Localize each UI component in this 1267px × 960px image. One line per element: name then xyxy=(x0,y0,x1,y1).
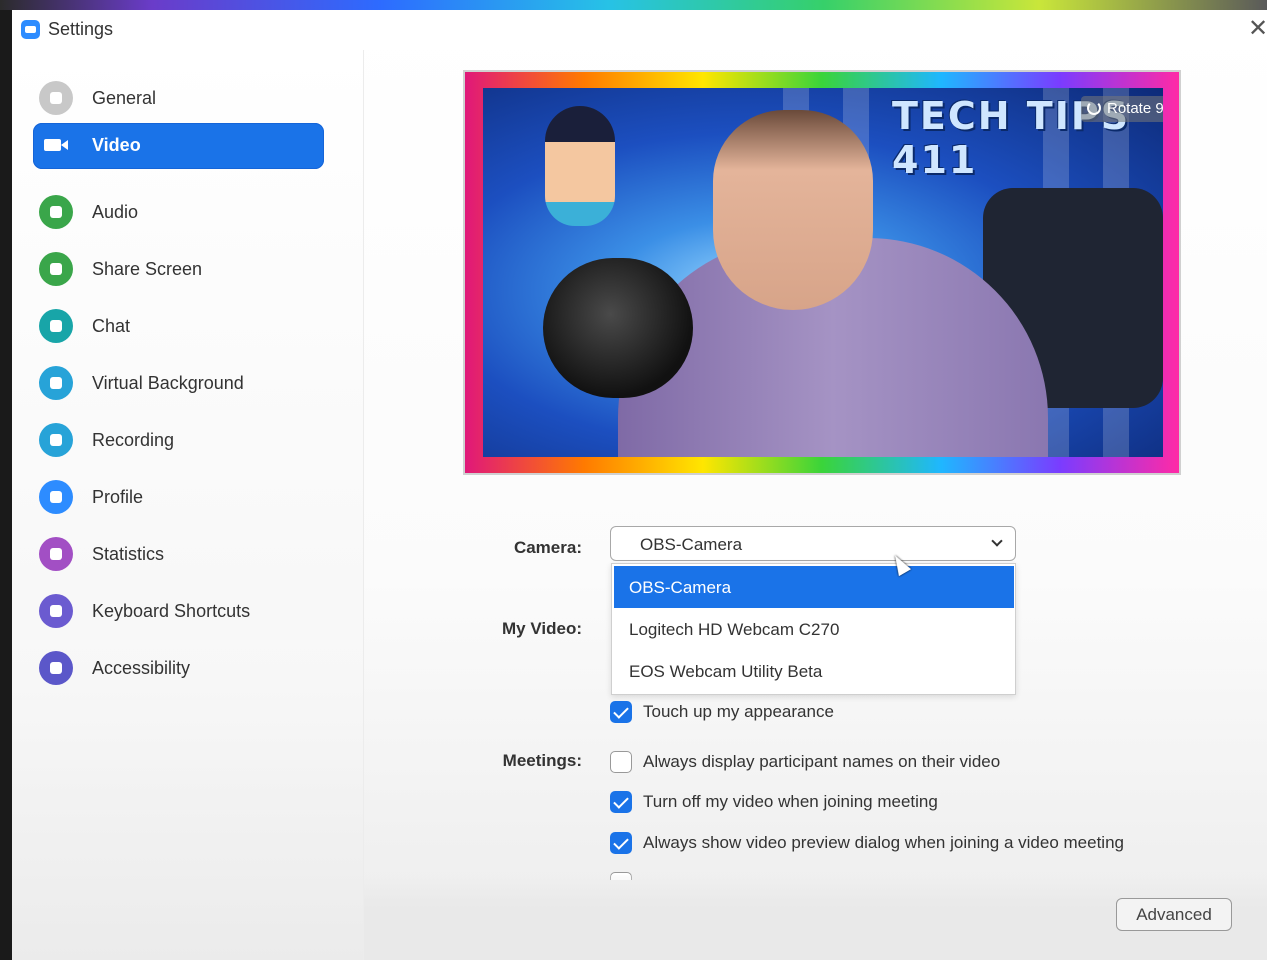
camera-option-obs[interactable]: OBS-Camera xyxy=(614,566,1014,608)
video-camera-icon xyxy=(39,128,73,162)
sidebar-item-general[interactable]: General xyxy=(33,76,324,122)
recording-icon xyxy=(39,423,73,457)
person-head-shape xyxy=(713,110,873,310)
profile-icon xyxy=(39,480,73,514)
sidebar-item-profile[interactable]: Profile xyxy=(33,475,324,521)
sidebar-item-label: Video xyxy=(92,135,141,155)
video-preview-dialog-label: Always show video preview dialog when jo… xyxy=(643,833,1124,852)
video-off-checkbox-row[interactable]: Turn off my video when joining meeting xyxy=(610,790,990,816)
title-bar: Settings ✕ xyxy=(12,10,1267,50)
sidebar-item-label: Profile xyxy=(92,487,144,507)
sidebar-item-recording[interactable]: Recording xyxy=(33,418,324,464)
my-video-label: My Video: xyxy=(502,619,582,638)
window-title: Settings xyxy=(48,19,114,39)
close-button[interactable]: ✕ xyxy=(1248,16,1267,42)
cartoon-avatar-image xyxy=(545,106,615,226)
display-names-checkbox[interactable] xyxy=(610,751,632,773)
rotate-button[interactable]: Rotate 90° xyxy=(1081,96,1163,122)
camera-selected-value: OBS-Camera xyxy=(640,535,743,554)
sidebar-item-video[interactable]: Video xyxy=(33,123,324,169)
sidebar-item-keyboard-shortcuts[interactable]: Keyboard Shortcuts xyxy=(33,589,324,635)
sidebar-item-accessibility[interactable]: Accessibility xyxy=(33,646,324,692)
sidebar-item-label: Accessibility xyxy=(92,658,191,678)
touch-up-label: Touch up my appearance xyxy=(643,702,834,721)
touch-up-checkbox[interactable] xyxy=(610,701,632,723)
touch-up-checkbox-row[interactable]: Touch up my appearance xyxy=(610,700,870,726)
rotate-label: Rotate 90° xyxy=(1107,100,1163,117)
display-names-checkbox-row[interactable]: Always display participant names on thei… xyxy=(610,750,1040,776)
microphone-shape xyxy=(543,258,693,398)
camera-option-logitech[interactable]: Logitech HD Webcam C270 xyxy=(614,608,1014,650)
advanced-button[interactable]: Advanced xyxy=(1116,898,1232,931)
rotate-icon xyxy=(1087,101,1101,115)
video-off-checkbox[interactable] xyxy=(610,791,632,813)
camera-select[interactable]: OBS-Camera xyxy=(610,526,1016,561)
sidebar-item-chat[interactable]: Chat xyxy=(33,304,324,350)
accessibility-icon xyxy=(39,651,73,685)
settings-window: Settings ✕ General Video Audio Share Scr… xyxy=(12,10,1267,960)
sidebar-item-label: Virtual Background xyxy=(92,373,244,393)
camera-feed: TECH TIPS 411 Rotate 90° xyxy=(483,88,1163,457)
sidebar-item-audio[interactable]: Audio xyxy=(33,190,324,236)
sidebar-item-label: Keyboard Shortcuts xyxy=(92,601,251,621)
video-preview-dialog-checkbox[interactable] xyxy=(610,832,632,854)
camera-option-eos[interactable]: EOS Webcam Utility Beta xyxy=(614,650,1014,692)
gear-icon xyxy=(39,81,73,115)
sidebar-item-label: Recording xyxy=(92,430,175,450)
video-preview: TECH TIPS 411 Rotate 90° xyxy=(463,70,1181,475)
display-names-label: Always display participant names on thei… xyxy=(643,752,1001,771)
sidebar-item-label: Share Screen xyxy=(92,259,203,279)
camera-dropdown-list: OBS-Camera Logitech HD Webcam C270 EOS W… xyxy=(611,563,1016,695)
camera-label: Camera: xyxy=(513,538,582,557)
share-screen-icon xyxy=(39,252,73,286)
meetings-label: Meetings: xyxy=(502,751,582,770)
sidebar-item-label: Statistics xyxy=(92,544,165,564)
zoom-app-icon xyxy=(21,20,40,39)
sidebar-item-label: Chat xyxy=(92,316,131,336)
keyboard-icon xyxy=(39,594,73,628)
sidebar-item-label: Audio xyxy=(92,202,139,222)
headphones-icon xyxy=(39,195,73,229)
chevron-down-icon xyxy=(991,535,1003,547)
statistics-icon xyxy=(39,537,73,571)
virtual-background-icon xyxy=(39,366,73,400)
sidebar-item-statistics[interactable]: Statistics xyxy=(33,532,324,578)
chat-bubble-icon xyxy=(39,309,73,343)
video-off-label: Turn off my video when joining meeting xyxy=(643,792,938,811)
sidebar-item-share-screen[interactable]: Share Screen xyxy=(33,247,324,293)
sidebar-item-virtual-background[interactable]: Virtual Background xyxy=(33,361,324,407)
sidebar-item-label: General xyxy=(92,88,157,108)
settings-sidebar: General Video Audio Share Screen Chat Vi… xyxy=(12,50,364,960)
video-top-gradient-strip xyxy=(0,0,1267,10)
video-preview-dialog-checkbox-row[interactable]: Always show video preview dialog when jo… xyxy=(610,831,1170,857)
